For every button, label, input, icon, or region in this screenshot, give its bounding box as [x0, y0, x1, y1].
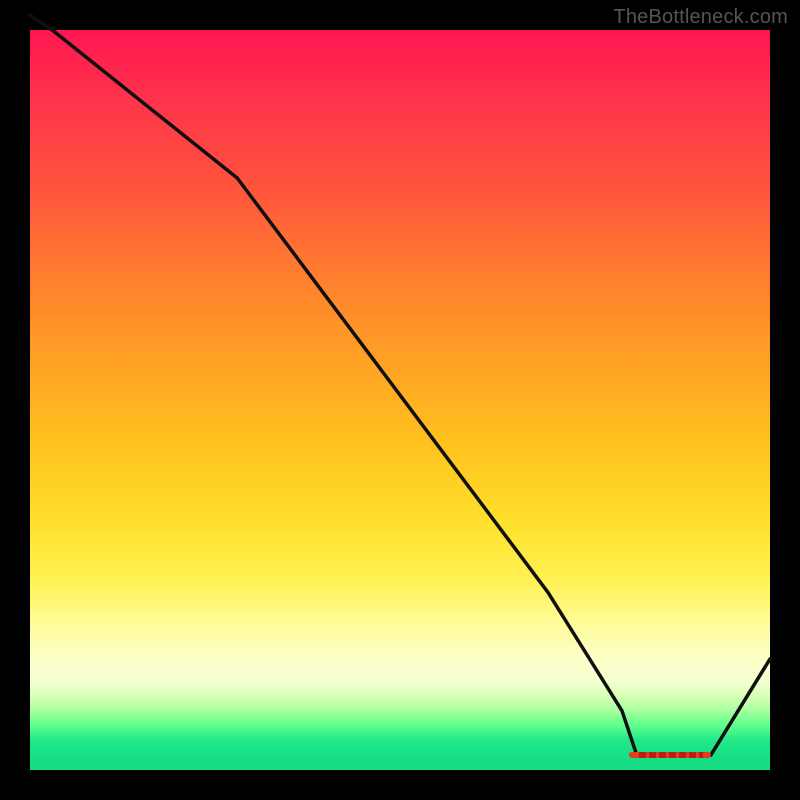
bottleneck-curve	[30, 30, 770, 770]
chart-frame: TheBottleneck.com	[0, 0, 800, 800]
plot-area	[30, 30, 770, 770]
watermark-text: TheBottleneck.com	[613, 6, 788, 29]
valley-marker	[629, 752, 710, 758]
